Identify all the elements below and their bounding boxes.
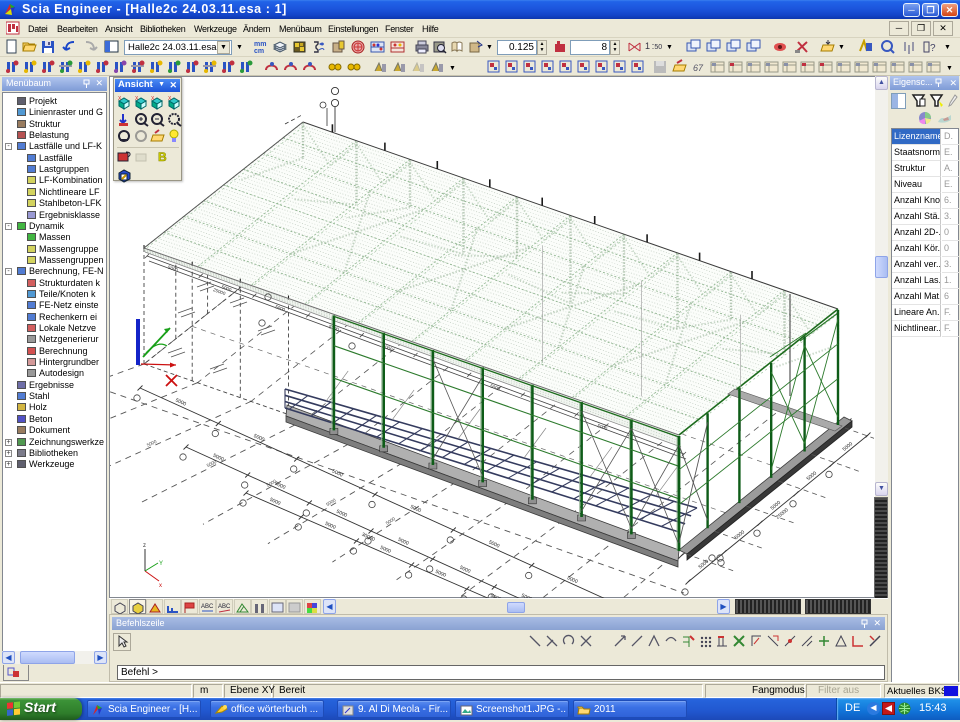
svg-text:ABC: ABC [201,604,214,610]
svg-text:mm: mm [254,41,266,48]
svg-text:5000: 5000 [167,265,179,273]
svg-text:x: x [159,583,162,589]
svg-text:ABC: ABC [218,604,231,610]
svg-text:B: B [158,150,167,164]
svg-text:30000: 30000 [361,532,376,543]
svg-text:Y: Y [159,561,163,567]
svg-text:cm: cm [254,48,264,55]
svg-text:?: ? [930,43,936,54]
svg-text:z: z [143,543,146,549]
svg-text:5000: 5000 [489,383,501,391]
svg-text:5000: 5000 [597,423,609,431]
svg-text:67: 67 [693,63,704,73]
svg-text:5000: 5000 [274,304,286,312]
svg-text:5000: 5000 [146,439,158,448]
